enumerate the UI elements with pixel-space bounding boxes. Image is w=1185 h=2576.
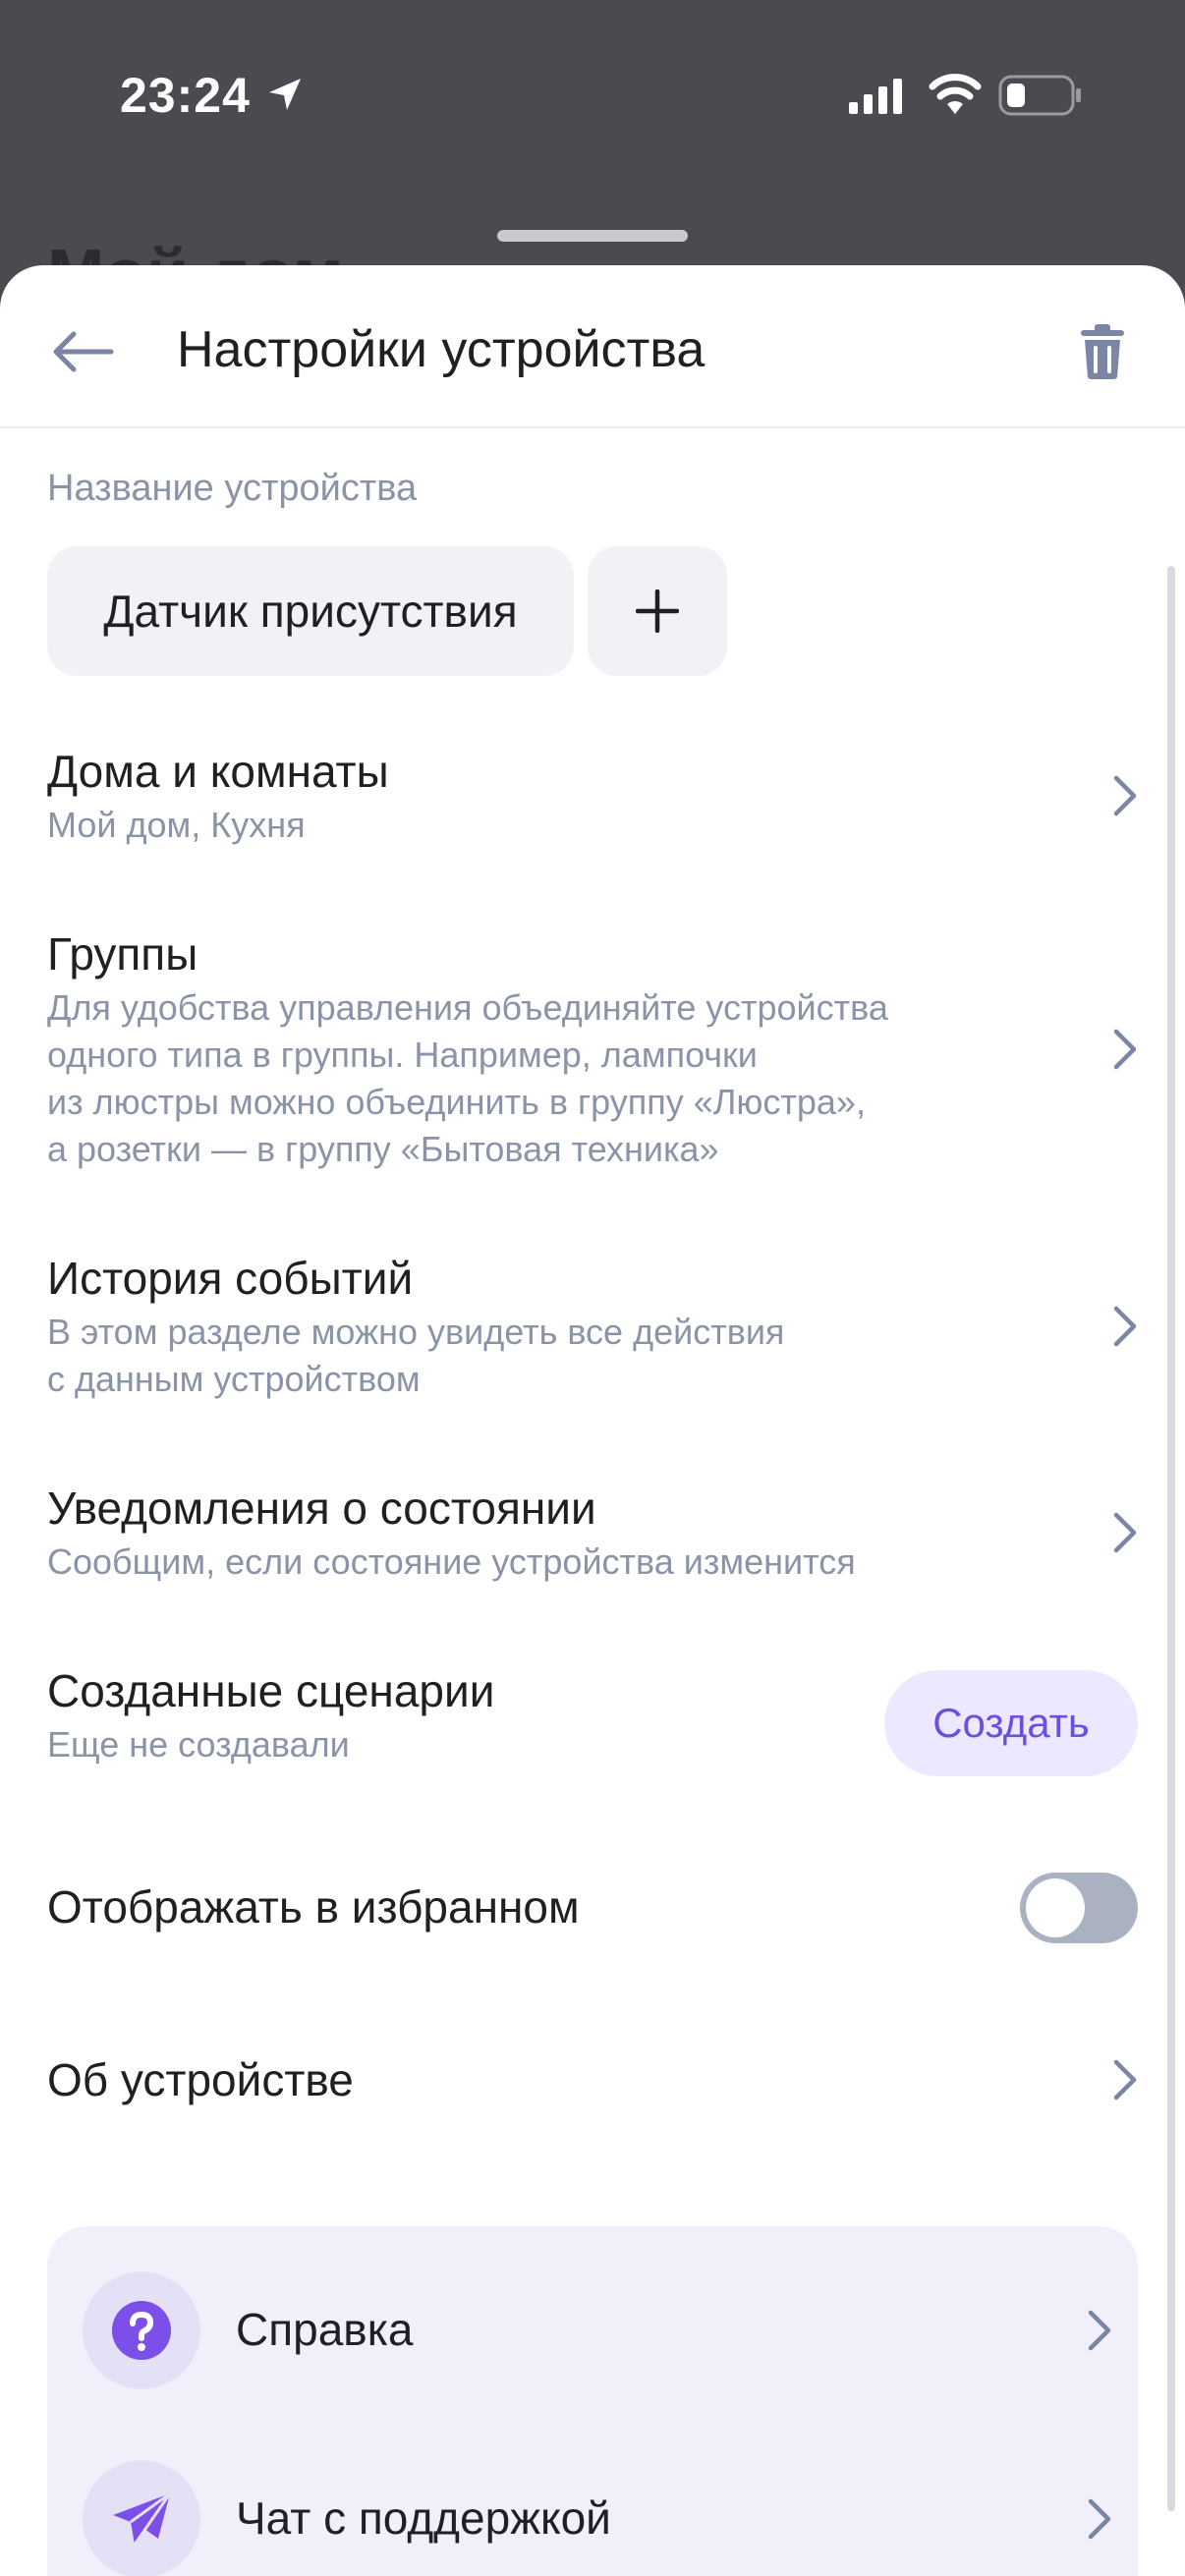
row-title: Отображать в избранном [47,1881,580,1932]
chevron-right-icon [1113,1306,1137,1347]
support-chat-item[interactable]: Чат с поддержкой [47,2448,1138,2576]
subtitle-line: В этом разделе можно увидеть все действи… [47,1312,785,1352]
chevron-right-icon [1113,1512,1137,1553]
device-name-label: Название устройства [47,468,418,509]
sheet-header: Настройки устройства [0,265,1185,428]
subtitle-line: Для удобства управления объединяйте устр… [47,987,888,1028]
row-title: Об устройстве [47,2054,354,2105]
subtitle-line: из люстры можно объединить в группу «Люс… [47,1082,866,1122]
chevron-right-icon [1113,775,1137,816]
row-subtitle: Сообщим, если состояние устройства измен… [47,1541,856,1582]
row-title: Группы [47,928,198,980]
chevron-right-icon [1088,2498,1111,2540]
wifi-icon [929,74,982,114]
toggle-knob [1026,1878,1085,1937]
support-chat-label: Чат с поддержкой [236,2492,611,2544]
chevron-right-icon [1088,2310,1111,2351]
subtitle-line: с данным устройством [47,1359,421,1399]
help-icon-circle [83,2271,200,2389]
chevron-right-icon [1113,1029,1137,1070]
subtitle-line: а розетки — в группу «Бытовая техника» [47,1129,719,1169]
help-label: Справка [236,2304,414,2355]
state-notifications-row[interactable]: Уведомления о состоянии Сообщим, если со… [47,1480,1138,1586]
delete-device-button[interactable] [1071,314,1134,389]
groups-row[interactable]: Группы Для удобства управления объединяй… [47,925,1138,1173]
back-button[interactable] [45,314,120,389]
row-subtitle: Мой дом, Кухня [47,805,306,845]
support-card: Справка Чат с поддержкой [47,2226,1138,2576]
chat-icon-circle [83,2460,200,2576]
device-name-chip[interactable]: Датчик присутствия [47,546,574,676]
scrollbar[interactable] [1167,566,1175,2511]
status-bar: 23:24 [0,0,1185,196]
cellular-signal-icon [849,79,902,114]
created-scenarios-row: Созданные сценарии Еще не создавали [47,1662,853,1768]
chevron-right-icon [1113,2059,1137,2100]
arrow-left-icon [53,331,114,372]
row-title: Дома и комнаты [47,746,389,797]
row-title: Уведомления о состоянии [47,1483,596,1534]
subtitle-line: одного типа в группы. Например, лампочки [47,1035,758,1075]
page-title: Настройки устройства [177,321,705,378]
about-device-row[interactable]: Об устройстве [47,2045,1138,2114]
row-subtitle: Еще не создавали [47,1724,350,1764]
device-settings-sheet: Настройки устройства Название устройства… [0,265,1185,2576]
favorites-toggle[interactable] [1020,1873,1138,1943]
homes-rooms-row[interactable]: Дома и комнаты Мой дом, Кухня [47,743,1138,849]
location-arrow-icon [269,79,301,110]
add-name-button[interactable] [588,546,727,676]
row-title: Созданные сценарии [47,1665,495,1716]
plus-icon [636,589,679,633]
row-subtitle: В этом разделе можно увидеть все действи… [47,1309,1138,1403]
help-item[interactable]: Справка [47,2260,1138,2397]
battery-icon [998,75,1081,116]
help-icon [112,2301,171,2360]
row-title: История событий [47,1253,414,1304]
sheet-grabber[interactable] [497,230,688,242]
trash-icon [1081,324,1124,379]
create-scenario-button[interactable]: Создать [884,1670,1138,1776]
event-history-row[interactable]: История событий В этом разделе можно уви… [47,1250,1138,1403]
status-time: 23:24 [120,68,251,123]
row-subtitle: Для удобства управления объединяйте устр… [47,984,1138,1173]
paper-plane-icon [113,2492,172,2546]
show-in-favorites-row: Отображать в избранном [47,1878,931,1935]
